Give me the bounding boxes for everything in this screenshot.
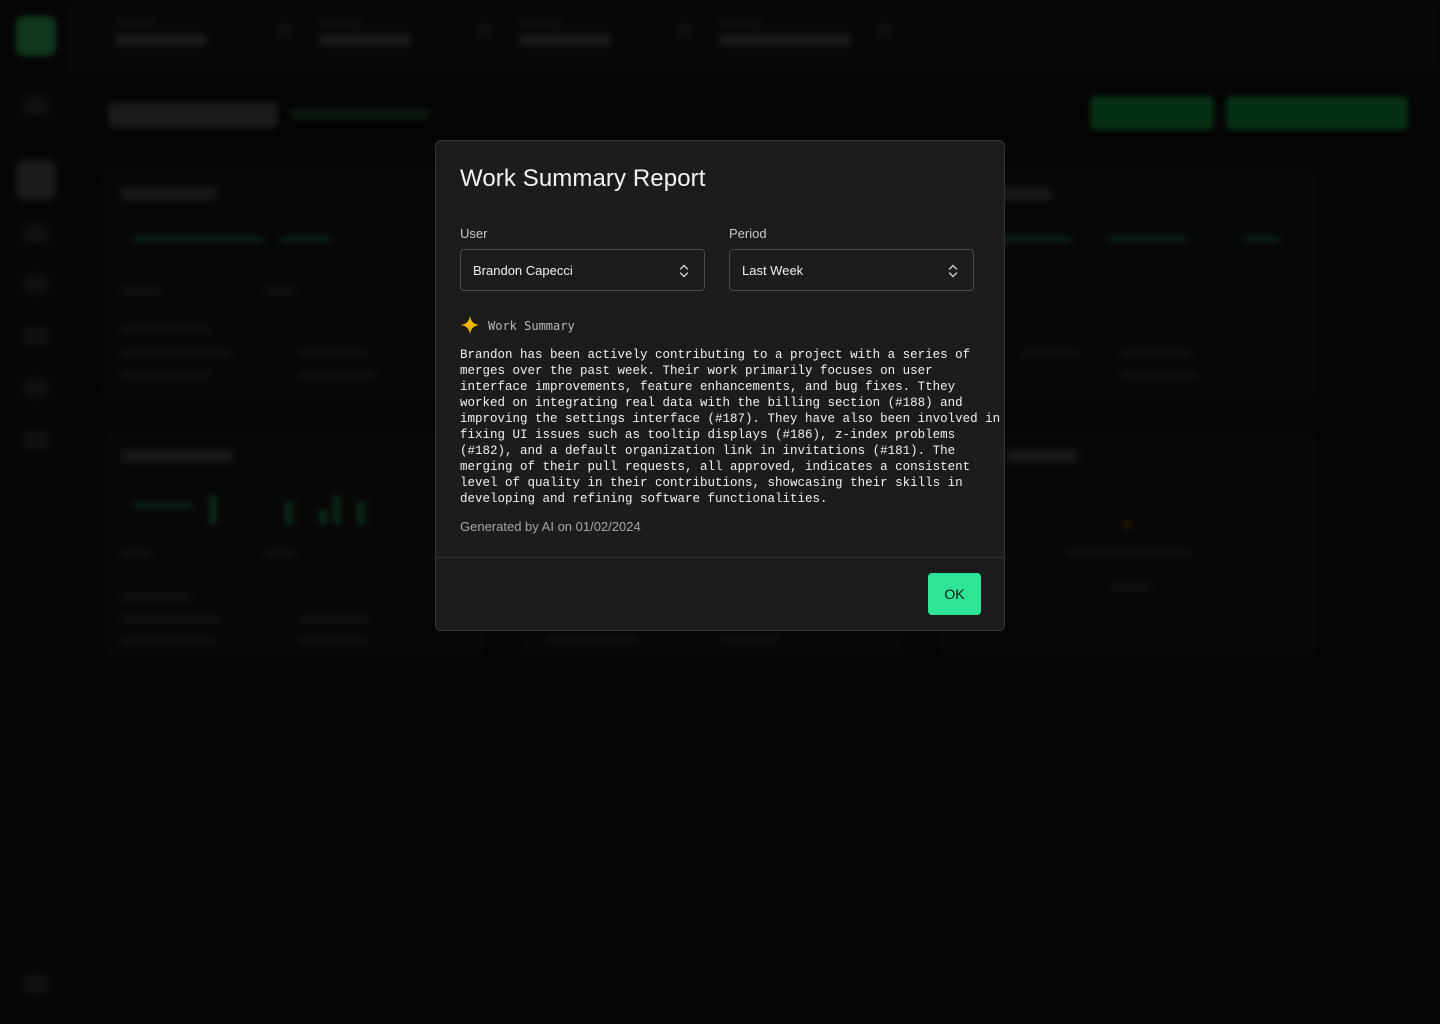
- period-label: Period: [729, 226, 767, 241]
- ok-button[interactable]: OK: [928, 573, 981, 615]
- summary-line: merges over the past week. Their work pr…: [460, 364, 933, 378]
- work-summary-modal: Work Summary Report User Brandon Capecci…: [435, 140, 1005, 631]
- generated-note: Generated by AI on 01/02/2024: [460, 519, 641, 534]
- user-label: User: [460, 226, 488, 241]
- summary-line: interface improvements, feature enhancem…: [460, 380, 956, 394]
- summary-line: merging of their pull requests, all appr…: [460, 460, 971, 474]
- user-select-value: Brandon Capecci: [473, 263, 573, 278]
- summary-line: developing and refining software functio…: [460, 492, 828, 506]
- summary-line: improving the settings interface (#187).…: [460, 412, 1001, 426]
- period-select-value: Last Week: [742, 263, 804, 278]
- summary-line: Brandon has been actively contributing t…: [460, 348, 971, 362]
- summary-line: (#182), and a default organization link …: [460, 444, 956, 458]
- summary-line: worked on integrating real data with the…: [460, 396, 963, 410]
- summary-line: level of quality in their contributions,…: [460, 476, 963, 490]
- sparkle-icon: [460, 315, 480, 335]
- summary-line: fixing UI issues such as tooltip display…: [460, 428, 956, 442]
- summary-text: Brandon has been actively contributing t…: [460, 347, 1000, 507]
- user-select[interactable]: Brandon Capecci: [460, 249, 705, 291]
- chevron-up-down-icon: [948, 264, 958, 278]
- footer-divider: [436, 557, 1004, 558]
- summary-label: Work Summary: [488, 319, 575, 333]
- chevron-up-down-icon: [679, 264, 689, 278]
- modal-title: Work Summary Report: [460, 165, 706, 192]
- period-select[interactable]: Last Week: [729, 249, 974, 291]
